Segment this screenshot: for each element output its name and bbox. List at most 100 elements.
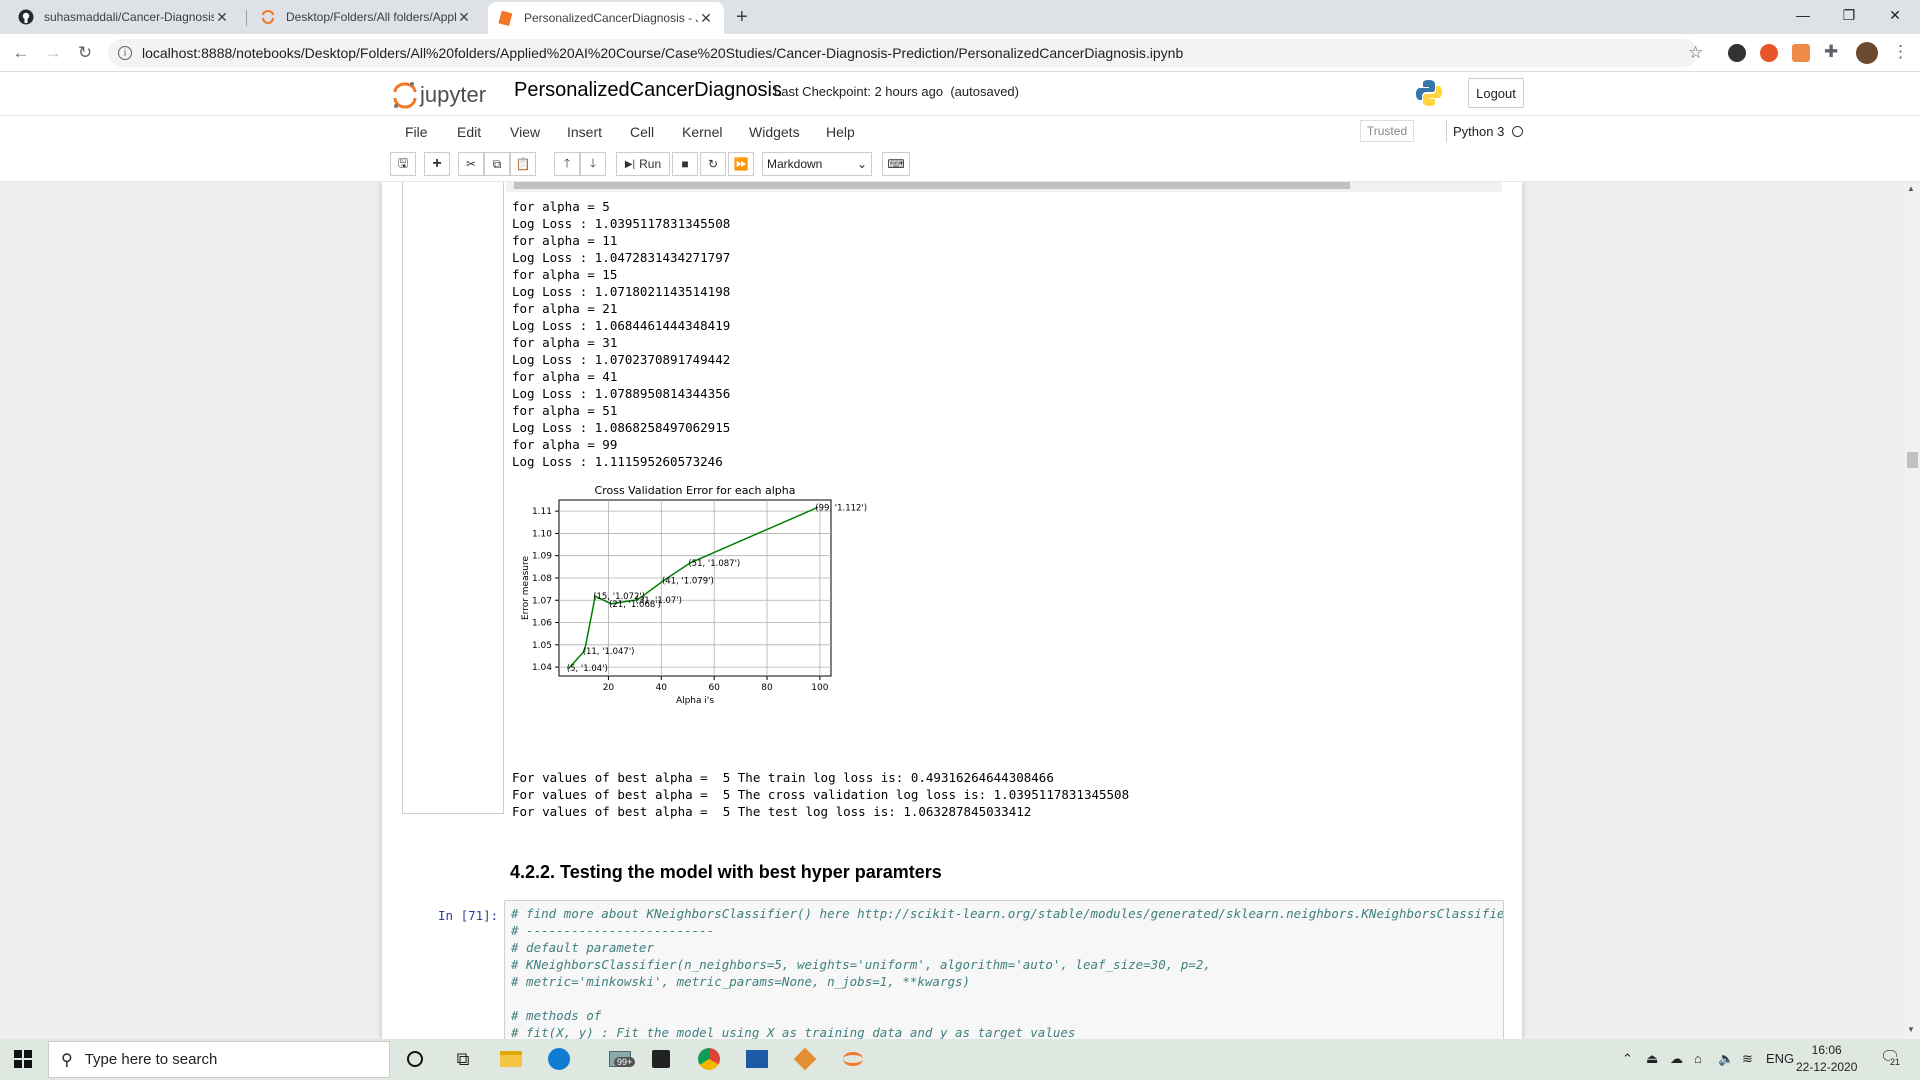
extensions-puzzle-icon[interactable]: ✚ <box>1824 42 1838 62</box>
output-horizontal-scrollbar[interactable] <box>506 182 1502 192</box>
interrupt-icon[interactable]: ■ <box>672 152 698 176</box>
run-button[interactable]: ▶| Run <box>616 152 670 176</box>
menu-edit[interactable]: Edit <box>457 124 481 140</box>
restart-icon[interactable]: ↻ <box>700 152 726 176</box>
keyboard-shortcuts-icon[interactable]: ⌨ <box>882 152 910 176</box>
photos-icon[interactable] <box>742 1044 772 1074</box>
logout-button[interactable]: Logout <box>1468 78 1524 108</box>
code-line: # find more about KNeighborsClassifier()… <box>511 906 1504 921</box>
taskbar-search-box[interactable]: ⚲ Type here to search <box>48 1041 390 1078</box>
onedrive-icon[interactable]: ☁ <box>1670 1051 1683 1067</box>
cortana-icon[interactable] <box>400 1044 430 1074</box>
windows-start-icon[interactable] <box>8 1044 38 1074</box>
move-down-icon[interactable]: 🡓 <box>580 152 606 176</box>
jupyter-logo[interactable]: jupyter <box>392 81 486 109</box>
notebook-toolbar: 🖫 + ✂ ⧉ 📋 🡑 🡓 ▶| Run ■ ↻ ⏩ Markdown ⌄ ⌨ <box>0 150 1920 182</box>
browser-menu-icon[interactable]: ⋮ <box>1892 42 1909 62</box>
scrollbar-thumb[interactable] <box>514 182 1350 189</box>
search-icon: ⚲ <box>61 1051 73 1069</box>
chrome-icon[interactable] <box>694 1044 724 1074</box>
point-label: (5, '1.04') <box>567 664 608 674</box>
task-view-icon[interactable]: ⧉ <box>448 1044 478 1074</box>
profile-avatar[interactable] <box>1856 42 1878 64</box>
kernel-idle-icon <box>1512 125 1524 137</box>
network-icon[interactable]: ⌂ <box>1694 1051 1702 1066</box>
kernel-indicator[interactable]: Python 3 <box>1446 120 1524 142</box>
log-line: Log Loss : 1.0395117831345508 <box>512 216 731 231</box>
scroll-down-icon[interactable]: ▼ <box>1907 1025 1915 1034</box>
cell-type-select[interactable]: Markdown ⌄ <box>762 152 872 176</box>
point-label: (99, '1.112') <box>815 504 867 514</box>
menu-help[interactable]: Help <box>826 124 855 140</box>
paste-icon[interactable]: 📋 <box>510 152 536 176</box>
y-tick-label: 1.04 <box>532 663 552 673</box>
close-tab-icon[interactable]: ✕ <box>698 10 714 27</box>
notebook-name[interactable]: PersonalizedCancerDiagnosis <box>514 79 782 102</box>
page-vertical-scrollbar[interactable]: ▲ ▼ <box>1903 182 1920 1039</box>
scroll-up-icon[interactable]: ▲ <box>1907 184 1915 193</box>
tab-title: Desktop/Folders/All folders/Appl <box>286 10 456 24</box>
x-tick-label: 60 <box>708 683 720 693</box>
info-icon[interactable]: i <box>118 46 132 60</box>
volume-icon[interactable]: 🔈 <box>1718 1051 1734 1067</box>
language-indicator[interactable]: ENG <box>1766 1051 1794 1066</box>
reload-button[interactable]: ↻ <box>74 42 96 64</box>
log-line: Log Loss : 1.0788950814344356 <box>512 386 731 401</box>
code-cell-editor[interactable]: # find more about KNeighborsClassifier()… <box>504 900 1504 1039</box>
menu-kernel[interactable]: Kernel <box>682 124 722 140</box>
menu-insert[interactable]: Insert <box>567 124 602 140</box>
close-tab-icon[interactable]: ✕ <box>456 9 472 26</box>
move-up-icon[interactable]: 🡑 <box>554 152 580 176</box>
menu-widgets[interactable]: Widgets <box>749 124 800 140</box>
insert-cell-icon[interactable]: + <box>424 152 450 176</box>
close-tab-icon[interactable]: ✕ <box>214 9 230 26</box>
jupyter-taskbar-icon[interactable] <box>838 1044 868 1074</box>
browser-tab-github[interactable]: suhasmaddali/Cancer-Diagnosis- ✕ <box>8 0 240 34</box>
extension-pause-icon[interactable] <box>1728 44 1746 62</box>
mail-icon[interactable]: 99+ <box>600 1044 640 1074</box>
y-tick-label: 1.05 <box>532 641 552 651</box>
menu-view[interactable]: View <box>510 124 540 140</box>
store-icon[interactable] <box>646 1044 676 1074</box>
log-line: Log Loss : 1.0684461444348419 <box>512 318 731 333</box>
usb-icon[interactable]: ⏏ <box>1646 1051 1658 1067</box>
trusted-indicator[interactable]: Trusted <box>1360 120 1414 142</box>
restore-window-button[interactable]: ❐ <box>1826 0 1872 30</box>
wifi-icon[interactable]: ≋ <box>1742 1051 1753 1067</box>
menu-file[interactable]: File <box>405 124 428 140</box>
notification-center-icon[interactable]: 🗨 21 <box>1880 1047 1902 1069</box>
scrollbar-thumb[interactable] <box>1907 452 1918 468</box>
checkpoint-status: Last Checkpoint: 2 hours ago (autosaved) <box>774 84 1019 99</box>
address-bar[interactable]: i localhost:8888/notebooks/Desktop/Folde… <box>108 39 1698 67</box>
point-label: (41, '1.079') <box>662 576 714 586</box>
close-window-button[interactable]: ✕ <box>1872 0 1918 30</box>
browser-tab-notebook[interactable]: PersonalizedCancerDiagnosis - Ju ✕ <box>488 2 724 34</box>
code-line: # ------------------------- <box>511 923 715 938</box>
file-explorer-icon[interactable] <box>496 1044 526 1074</box>
edge-icon[interactable] <box>544 1044 574 1074</box>
section-heading: 4.2.2. Testing the model with best hyper… <box>510 862 942 882</box>
minimize-window-button[interactable]: — <box>1780 0 1826 30</box>
extension-orange-icon[interactable] <box>1792 44 1810 62</box>
best-alpha-line: For values of best alpha = 5 The cross v… <box>512 787 1130 802</box>
y-tick-label: 1.09 <box>532 552 552 562</box>
new-tab-button[interactable]: + <box>736 6 748 29</box>
autosave-text: (autosaved) <box>950 84 1019 99</box>
system-clock[interactable]: 16:06 22-12-2020 <box>1796 1042 1857 1076</box>
cut-icon[interactable]: ✂ <box>458 152 484 176</box>
notification-count: 21 <box>1890 1057 1901 1067</box>
restart-run-all-icon[interactable]: ⏩ <box>728 152 754 176</box>
copy-icon[interactable]: ⧉ <box>484 152 510 176</box>
app-diamond-icon[interactable] <box>790 1044 820 1074</box>
menu-cell[interactable]: Cell <box>630 124 654 140</box>
bookmark-star-icon[interactable]: ☆ <box>1688 43 1703 63</box>
jupyter-notebook-icon <box>498 10 514 26</box>
forward-button[interactable]: → <box>42 42 64 64</box>
save-icon[interactable]: 🖫 <box>390 152 416 176</box>
y-tick-label: 1.10 <box>532 529 552 539</box>
log-line: for alpha = 51 <box>512 403 618 418</box>
extension-fire-icon[interactable] <box>1760 44 1778 62</box>
browser-tab-file-tree[interactable]: Desktop/Folders/All folders/Appl ✕ <box>250 0 482 34</box>
back-button[interactable]: ← <box>10 42 32 64</box>
show-hidden-icons[interactable]: ⌃ <box>1622 1051 1633 1067</box>
